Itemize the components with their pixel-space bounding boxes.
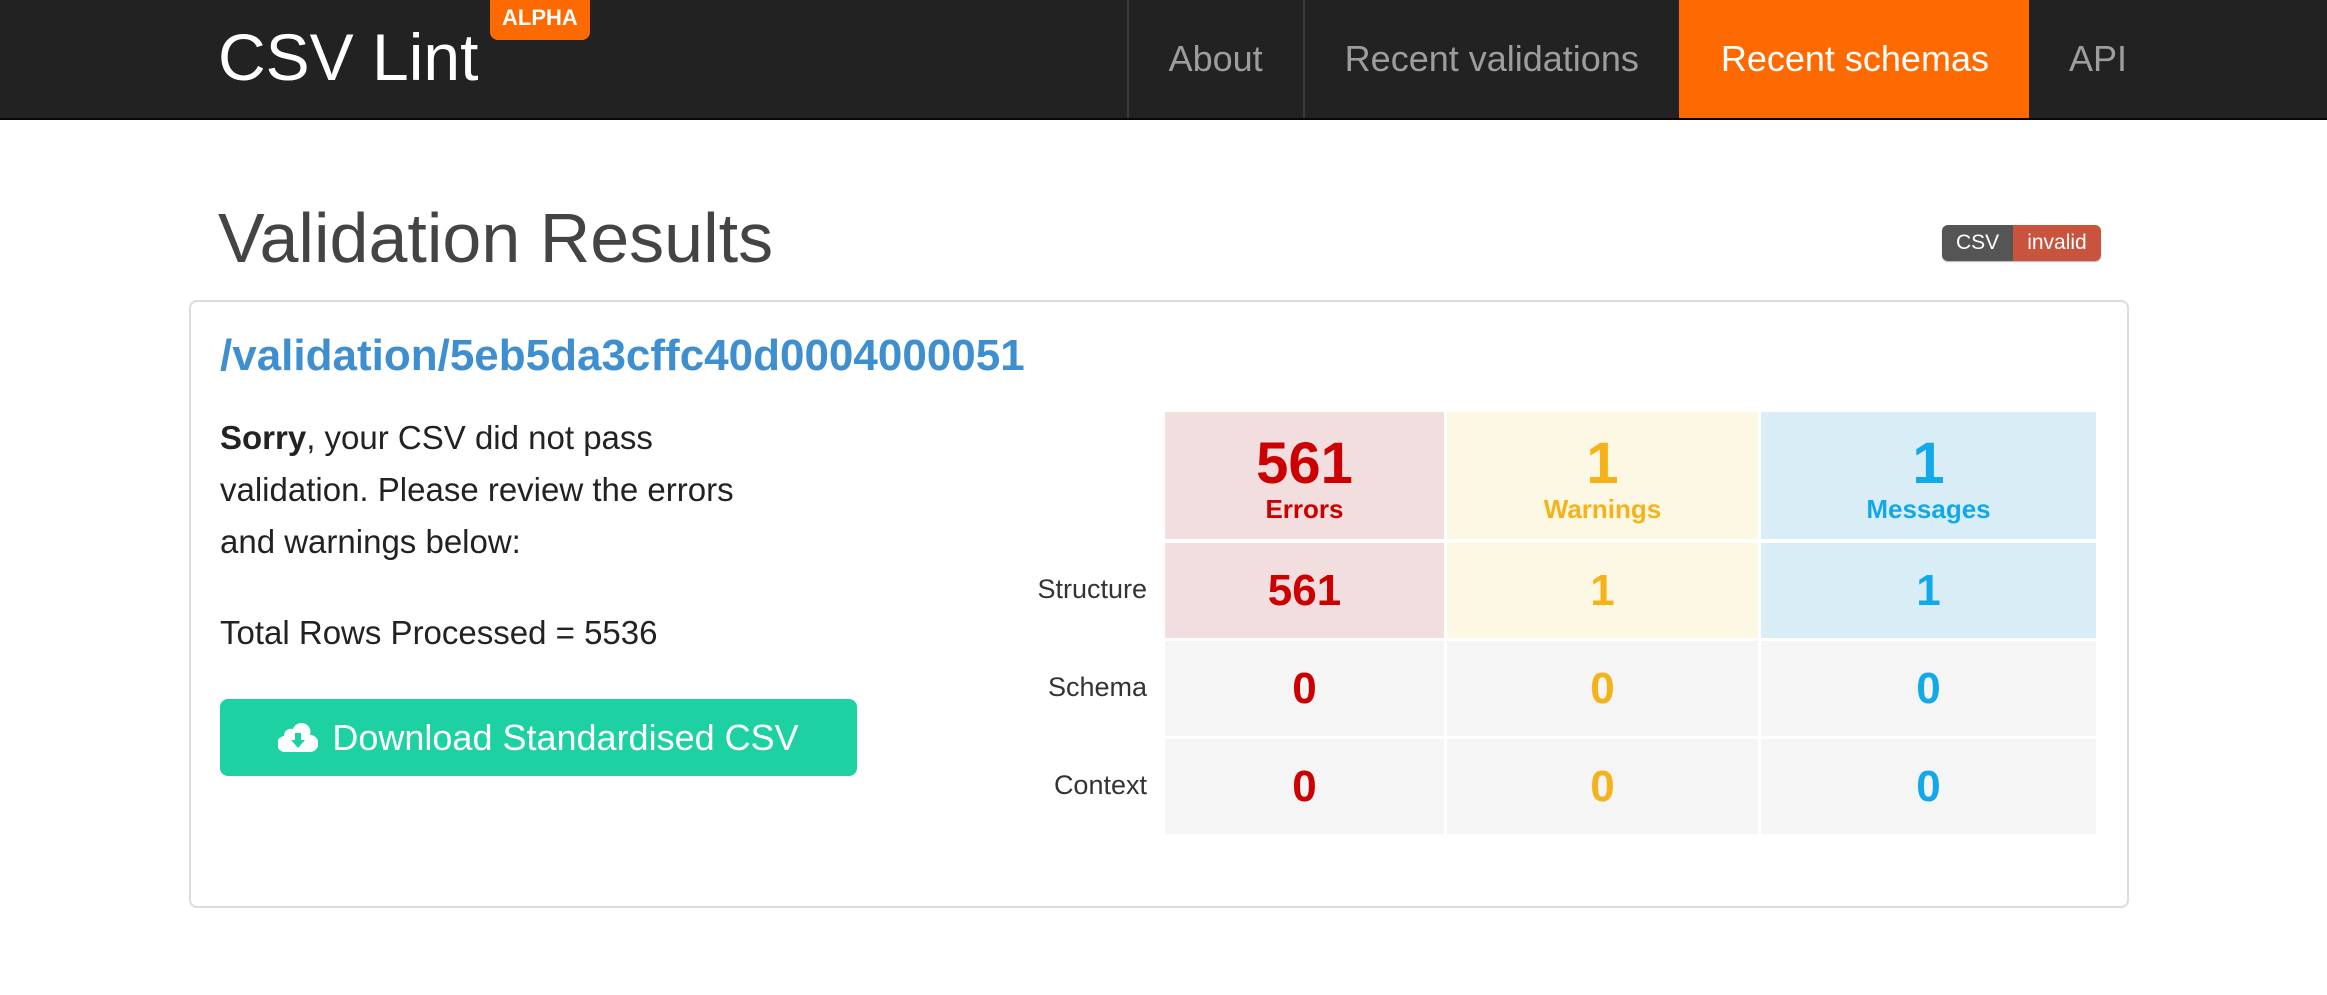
nav-item-recent-schemas[interactable]: Recent schemas: [1678, 0, 2029, 118]
download-button-label: Download Standardised CSV: [332, 716, 799, 758]
schema-warnings-cell: 0: [1447, 641, 1758, 736]
warnings-total-cell: 1 Warnings: [1447, 412, 1758, 539]
messages-total-label: Messages: [1866, 494, 1991, 524]
errors-total-cell: 561 Errors: [1165, 412, 1444, 539]
result-message: Sorry, your CSV did not pass validation.…: [220, 412, 780, 568]
context-messages-cell: 0: [1761, 739, 2096, 834]
schema-messages-cell: 0: [1761, 641, 2096, 736]
status-badge-value: invalid: [2013, 225, 2101, 261]
structure-errors-cell: 561: [1165, 543, 1444, 638]
errors-total-count: 561: [1256, 431, 1353, 496]
structure-warnings-cell: 1: [1447, 543, 1758, 638]
errors-total-label: Errors: [1265, 494, 1344, 524]
nav-item-api[interactable]: API: [2029, 0, 2327, 118]
row-label-context: Context: [1053, 770, 1147, 800]
nav-item-about[interactable]: About: [1126, 0, 1303, 118]
structure-messages-cell: 1: [1761, 543, 2096, 638]
context-errors-cell: 0: [1165, 739, 1444, 834]
alpha-badge: ALPHA: [490, 0, 590, 40]
csv-status-badge: CSV invalid: [1942, 225, 2101, 261]
messages-total-count: 1: [1912, 431, 1945, 496]
cloud-download-icon: [278, 722, 319, 752]
page-title: Validation Results: [218, 199, 774, 277]
validation-link[interactable]: /validation/5eb5da3cffc40d0004000051: [220, 328, 1025, 384]
warnings-total-label: Warnings: [1543, 494, 1662, 524]
download-standardised-csv-button[interactable]: Download Standardised CSV: [220, 699, 857, 776]
nav-item-recent-validations[interactable]: Recent validations: [1302, 0, 1679, 118]
row-label-schema: Schema: [1047, 672, 1147, 702]
messages-total-cell: 1 Messages: [1761, 412, 2096, 539]
result-message-bold: Sorry: [220, 419, 307, 456]
row-label-structure: Structure: [1037, 574, 1147, 604]
total-rows-processed: Total Rows Processed = 5536: [220, 614, 658, 651]
status-badge-label: CSV: [1942, 225, 2014, 261]
schema-errors-cell: 0: [1165, 641, 1444, 736]
context-warnings-cell: 0: [1447, 739, 1758, 834]
warnings-total-count: 1: [1586, 431, 1619, 496]
brand-logo[interactable]: CSV Lint: [218, 18, 478, 96]
navbar: CSV Lint ALPHA About Recent validations …: [0, 0, 2327, 120]
nav-menu: About Recent validations Recent schemas …: [1126, 0, 2327, 120]
